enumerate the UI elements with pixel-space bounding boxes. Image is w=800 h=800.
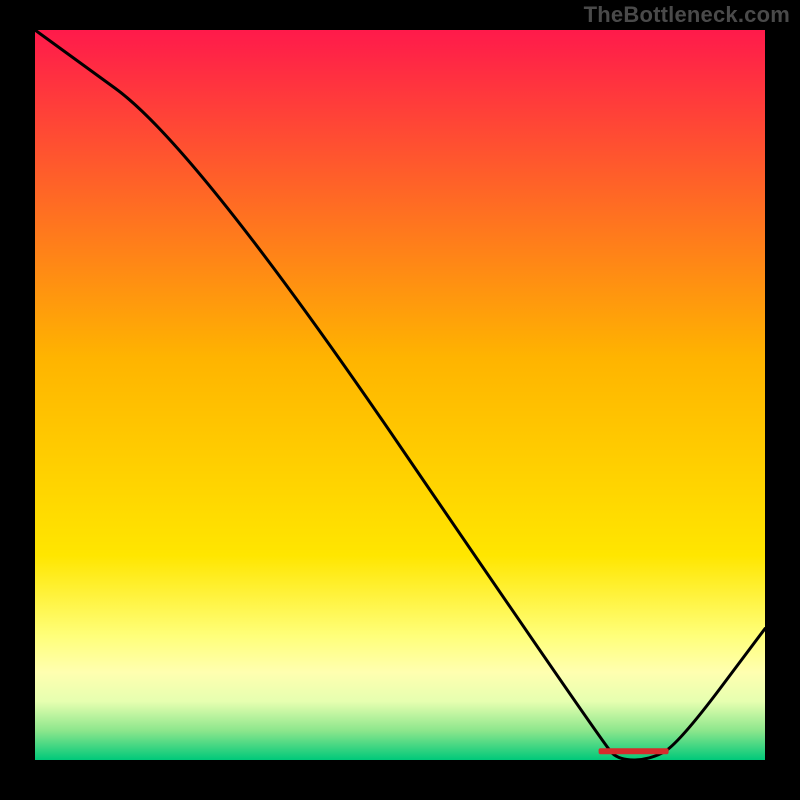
plot-frame [35, 30, 765, 760]
watermark-text: TheBottleneck.com [584, 2, 790, 28]
plot-svg [35, 30, 765, 760]
optimal-marker-icon [599, 748, 669, 754]
chart-outer: TheBottleneck.com [0, 0, 800, 800]
plot-background [35, 30, 765, 760]
